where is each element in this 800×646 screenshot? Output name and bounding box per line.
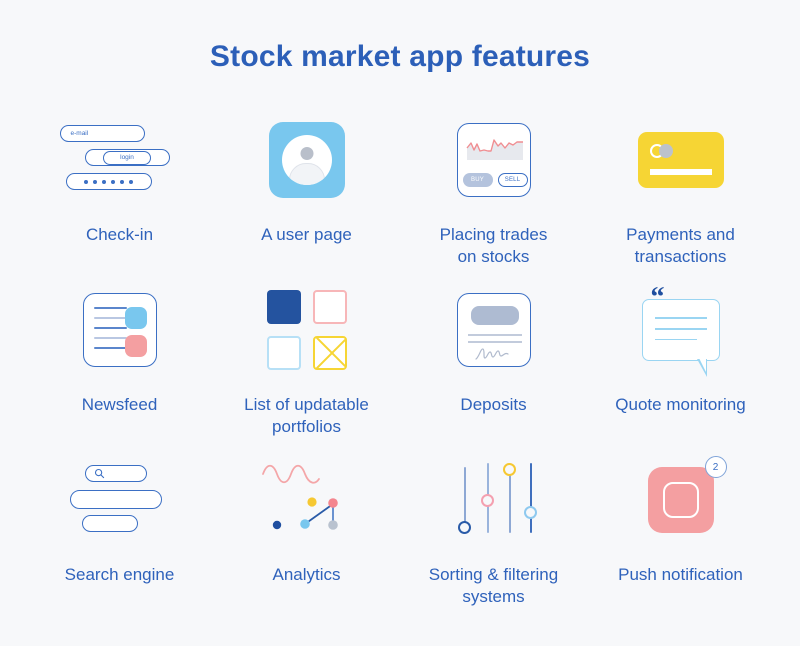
feature-item-sorting-filtering[interactable]: Sorting & filtering systems <box>400 450 587 620</box>
password-field[interactable] <box>65 173 152 190</box>
price-chart <box>465 134 525 160</box>
data-point-gray <box>327 520 338 530</box>
feature-label: Payments and transactions <box>626 225 735 267</box>
document-line <box>467 341 522 343</box>
feature-item-deposits[interactable]: Deposits <box>400 280 587 450</box>
slider-group <box>452 461 537 539</box>
portfolio-tile-filled[interactable] <box>266 290 301 324</box>
portfolio-tile-blue[interactable] <box>266 336 301 370</box>
avatar-body <box>288 163 325 185</box>
feature-label: Check-in <box>85 225 154 244</box>
card-circle-filled <box>658 144 673 158</box>
login-inner-pill: login <box>103 150 151 165</box>
sell-button[interactable]: SELL <box>497 173 528 187</box>
notification-badge: 2 <box>704 456 727 478</box>
bubble-text-lines <box>654 317 707 341</box>
search-result-row[interactable] <box>81 515 138 532</box>
feature-label: Search engine <box>64 565 175 584</box>
feature-item-placing-trades[interactable]: BUY SELL Placing trades on stocks <box>400 110 587 280</box>
feature-item-search-engine[interactable]: Search engine <box>26 450 213 620</box>
credit-card <box>637 132 724 188</box>
avatar <box>281 135 332 185</box>
avatar-head <box>300 147 313 160</box>
portfolio-grid-icon <box>227 280 387 380</box>
feature-item-payments[interactable]: Payments and transactions <box>587 110 774 280</box>
feature-label: Sorting & filtering systems <box>428 565 559 607</box>
password-dot <box>84 179 88 184</box>
signed-document-icon <box>414 280 574 380</box>
search-input[interactable] <box>84 465 147 482</box>
app-badge-icon: 2 <box>601 450 761 550</box>
quote-mark-icon: “ <box>650 282 665 313</box>
feature-label: A user page <box>261 225 352 244</box>
feature-label: Placing trades on stocks <box>439 225 548 267</box>
check-in-icon: e-mail login <box>40 110 200 210</box>
app-tile[interactable] <box>647 467 714 533</box>
app-tile-inner <box>662 482 699 518</box>
password-dot <box>93 179 97 184</box>
feature-label: Deposits <box>460 395 527 414</box>
vertical-sliders-icon <box>414 450 574 550</box>
newsfeed-card <box>82 293 157 367</box>
trade-card-icon: BUY SELL <box>414 110 574 210</box>
document-line <box>467 334 522 336</box>
slider-knob[interactable] <box>480 494 494 507</box>
speech-bubble: “ <box>641 284 720 377</box>
newsfeed-thumb-blue <box>124 307 147 329</box>
card-stripe <box>649 169 712 175</box>
newsfeed-icon <box>40 280 200 380</box>
feature-item-quote-monitoring[interactable]: “ Quote monitoring <box>587 280 774 450</box>
feature-item-newsfeed[interactable]: Newsfeed <box>26 280 213 450</box>
slider-track[interactable] <box>508 471 511 533</box>
search-icon <box>94 468 104 479</box>
feature-item-analytics[interactable]: Analytics <box>213 450 400 620</box>
password-dot <box>102 179 106 184</box>
page-title: Stock market app features <box>209 40 591 73</box>
buy-button[interactable]: BUY <box>462 173 493 187</box>
slider-knob[interactable] <box>457 521 471 534</box>
avatar-tile <box>268 122 345 198</box>
newsfeed-text-lines <box>93 307 127 349</box>
document-header-block <box>470 306 519 325</box>
data-point-pink <box>327 498 338 508</box>
deposit-document <box>456 293 531 367</box>
password-dot <box>120 179 124 184</box>
portfolio-grid <box>266 290 347 370</box>
search-result-row[interactable] <box>69 490 162 509</box>
user-avatar-icon <box>227 110 387 210</box>
search-bar-icon <box>40 450 200 550</box>
newsfeed-thumb-pink <box>124 335 147 357</box>
trade-card: BUY SELL <box>456 123 531 197</box>
feature-item-check-in[interactable]: e-mail login Check-in <box>26 110 213 280</box>
email-field[interactable]: e-mail <box>59 125 145 142</box>
portfolio-tile-yellow-crossed[interactable] <box>312 336 347 370</box>
trade-buttons: BUY SELL <box>462 173 528 187</box>
speech-bubble-quote-icon: “ <box>601 280 761 380</box>
password-dot <box>129 179 133 184</box>
data-point-yellow <box>306 497 317 507</box>
feature-label: List of updatable portfolios <box>244 395 369 437</box>
slider-knob[interactable] <box>523 506 537 519</box>
password-dot <box>111 179 115 184</box>
signature <box>474 345 520 366</box>
analytics-graphic <box>261 464 338 530</box>
feature-label: Newsfeed <box>81 395 158 414</box>
data-point-navy <box>272 520 281 530</box>
slider-track[interactable] <box>529 463 532 533</box>
data-point-light-blue <box>299 519 310 529</box>
feature-label: Quote monitoring <box>615 395 746 414</box>
login-field[interactable]: login <box>84 149 170 166</box>
feature-item-portfolios[interactable]: List of updatable portfolios <box>213 280 400 450</box>
credit-card-icon <box>601 110 761 210</box>
scatter-wave-icon <box>227 450 387 550</box>
slider-knob[interactable] <box>502 463 516 476</box>
portfolio-tile-pink[interactable] <box>312 290 347 324</box>
infographic-page: Stock market app features e-mail login C… <box>0 0 800 646</box>
bubble-tail <box>696 358 707 377</box>
feature-label: Push notification <box>618 565 743 584</box>
feature-item-a-user-page[interactable]: A user page <box>213 110 400 280</box>
feature-grid: e-mail login Check-in A user page BUY SE… <box>26 110 774 620</box>
feature-label: Analytics <box>272 565 341 584</box>
feature-item-push-notification[interactable]: 2 Push notification <box>587 450 774 620</box>
